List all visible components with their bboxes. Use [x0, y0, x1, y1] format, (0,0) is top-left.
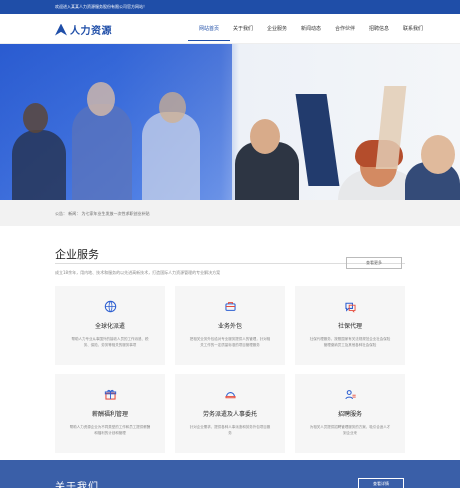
hero-banner[interactable] — [0, 44, 460, 200]
nav-item-partners[interactable]: 合作伙伴 — [328, 14, 362, 44]
person-body — [72, 104, 132, 200]
about-banner: 关于我们 查看详情 — [0, 460, 460, 493]
person-head — [421, 135, 455, 174]
services-more-button[interactable]: 查看更多 — [346, 257, 402, 269]
service-card-desc: 针对企业需求，提供各种人事派遣和劳务外包项目服务 — [189, 425, 271, 435]
service-card[interactable]: 招聘服务 为相关人员提供招聘管理服务的方案，吸引合适人才到企业来 — [295, 374, 405, 453]
person-head — [23, 103, 48, 133]
services-title: 企业服务 — [55, 248, 99, 261]
service-card-desc: 把相关业务外包给对专业服务提供人的管理，针对相关工作的一定质量标准的项目管理服务 — [189, 337, 271, 347]
person-arm — [295, 94, 340, 186]
service-card-desc: 帮助人力专业从事国外的接收人员的工作派遣、税务、保险、劳务等相关的服务事项 — [71, 337, 149, 347]
service-card[interactable]: 薪酬福利管理 帮助人力资源企业为不同类型的工作和员工提供薪酬和福利的计划和管理 — [55, 374, 165, 453]
service-card[interactable]: 劳务派遣及人事委托 针对企业需求，提供各种人事派遣和劳务外包项目服务 — [175, 374, 285, 453]
service-card-title: 社保代理 — [337, 323, 362, 330]
about-more-button[interactable]: 查看详情 — [358, 478, 404, 490]
notice-label: 公告： — [55, 211, 67, 216]
service-card[interactable]: 社保代理 社保代理服务，按照国家有关法规规范企业社会保险管理缴纳员工及其他各种社… — [295, 286, 405, 365]
services-section: 企业服务 成立18余年，用内地、技术和服务的以先进高新技术，打造国际人力资源管理… — [0, 226, 460, 460]
chat-icon — [345, 302, 356, 313]
main-nav: 网站首页 关于我们 企业服务 新闻动态 合作伙伴 招聘信息 联系我们 — [186, 14, 430, 44]
person-body — [142, 112, 200, 200]
gift-icon — [104, 389, 117, 400]
topbar-text: 欢迎进入某某人力资源服务股份有限公司官方网站！ — [55, 4, 147, 9]
notice-message[interactable]: 新闻： 为七家年业生发放一次性求职创业补贴 — [68, 211, 149, 216]
nav-item-news[interactable]: 新闻动态 — [294, 14, 328, 44]
helmet-icon — [225, 392, 236, 399]
notice-bar: 公告： 新闻： 为七家年业生发放一次性求职创业补贴 — [0, 200, 460, 226]
service-card-desc: 帮助人力资源企业为不同类型的工作和员工提供薪酬和福利的计划和管理 — [69, 425, 151, 435]
service-card-title: 业务外包 — [217, 323, 242, 330]
notice-text-wrap: 公告： 新闻： 为七家年业生发放一次性求职创业补贴 — [55, 211, 150, 217]
service-card-desc: 为相关人员提供招聘管理服务的方案，吸引合适人才到企业来 — [309, 425, 391, 435]
service-card[interactable]: 业务外包 把相关业务外包给对专业服务提供人的管理，针对相关工作的一定质量标准的项… — [175, 286, 285, 365]
service-card-title: 全球化派遣 — [94, 323, 125, 330]
topbar: 欢迎进入某某人力资源服务股份有限公司官方网站！ — [0, 0, 460, 14]
nav-item-services[interactable]: 企业服务 — [260, 14, 294, 44]
nav-item-jobs[interactable]: 招聘信息 — [362, 14, 396, 44]
briefcase-icon — [225, 302, 236, 311]
globe-icon — [104, 300, 117, 313]
logo-text: 人力资源 — [70, 26, 112, 37]
nav-item-home[interactable]: 网站首页 — [188, 14, 230, 44]
logo[interactable]: 人力资源 — [55, 22, 112, 37]
nav-item-about[interactable]: 关于我们 — [226, 14, 260, 44]
person-body — [12, 130, 66, 200]
person-head — [87, 82, 115, 116]
service-card-title: 劳务派遣及人事委托 — [202, 411, 257, 418]
people-icon — [345, 390, 356, 400]
header: 人力资源 网站首页 关于我们 企业服务 新闻动态 合作伙伴 招聘信息 联系我们 — [0, 14, 460, 44]
logo-icon — [55, 23, 67, 36]
person-head — [250, 119, 280, 154]
service-card-title: 招聘服务 — [337, 411, 362, 418]
about-title: 关于我们 — [55, 482, 99, 493]
service-card-desc: 社保代理服务，按照国家有关法规规范企业社会保险管理缴纳员工及其他各种社会保险 — [309, 337, 391, 347]
service-card-title: 薪酬福利管理 — [91, 411, 128, 418]
service-card[interactable]: 全球化派遣 帮助人力专业从事国外的接收人员的工作派遣、税务、保险、劳务等相关的服… — [55, 286, 165, 365]
services-subtitle: 成立18余年，用内地、技术和服务的以先进高新技术，打造国际人力资源管理的专业解决… — [55, 270, 221, 275]
nav-item-contact[interactable]: 联系我们 — [396, 14, 430, 44]
person-head — [159, 92, 186, 123]
